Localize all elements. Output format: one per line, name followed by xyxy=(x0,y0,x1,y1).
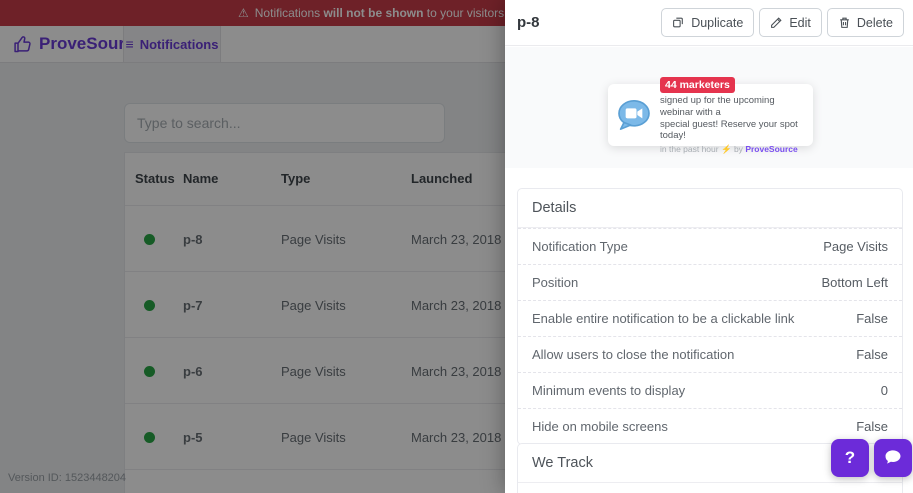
edit-icon xyxy=(770,16,783,29)
duplicate-button[interactable]: Duplicate xyxy=(661,8,754,37)
detail-panel: p-8 Duplicate Edit xyxy=(505,0,913,493)
detail-row-type: Notification Type Page Visits xyxy=(518,228,902,264)
preview-badge: 44 marketers xyxy=(660,77,735,93)
preview-text: 44 marketers signed up for the upcoming … xyxy=(660,75,813,154)
notification-preview: 44 marketers signed up for the upcoming … xyxy=(608,84,813,146)
detail-row-min-events: Minimum events to display 0 xyxy=(518,372,902,408)
edit-button[interactable]: Edit xyxy=(759,8,822,37)
detail-row-position: Position Bottom Left xyxy=(518,264,902,300)
delete-label: Delete xyxy=(857,16,893,30)
help-button[interactable]: ? xyxy=(831,439,869,477)
duplicate-icon xyxy=(672,16,685,29)
question-icon: ? xyxy=(845,448,855,468)
trash-icon xyxy=(838,16,851,29)
video-bubble-icon xyxy=(608,95,660,135)
preview-brand: ProveSource xyxy=(745,144,797,154)
preview-zone: 44 marketers signed up for the upcoming … xyxy=(505,47,913,168)
delete-button[interactable]: Delete xyxy=(827,8,904,37)
detail-panel-header: p-8 Duplicate Edit xyxy=(505,0,913,46)
detail-row-allow-close: Allow users to close the notification Fa… xyxy=(518,336,902,372)
details-header: Details xyxy=(518,189,902,228)
details-card: Details Notification Type Page Visits Po… xyxy=(517,188,903,445)
preview-line2: special guest! Reserve your spot today! xyxy=(660,119,807,142)
preview-line1: signed up for the upcoming webinar with … xyxy=(660,95,807,118)
duplicate-label: Duplicate xyxy=(691,16,743,30)
bolt-icon: ⚡ xyxy=(721,144,732,154)
page-title: p-8 xyxy=(517,14,540,31)
detail-row-clickable-link: Enable entire notification to be a click… xyxy=(518,300,902,336)
chat-bubble-icon xyxy=(883,447,903,470)
app-window: ⚠Notifications will not be shown to your… xyxy=(0,0,913,493)
action-buttons: Duplicate Edit Delete xyxy=(661,8,904,37)
chat-button[interactable] xyxy=(874,439,912,477)
edit-label: Edit xyxy=(789,16,811,30)
preview-footer: in the past hour ⚡ by ProveSource xyxy=(660,144,807,155)
